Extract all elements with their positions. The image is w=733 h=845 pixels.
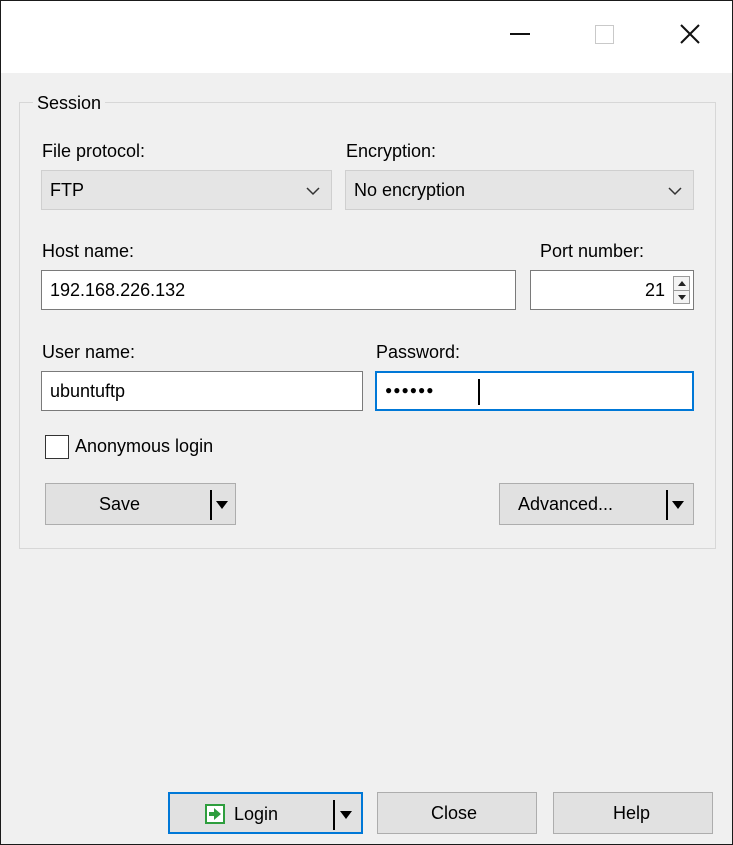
password-label: Password: [376, 342, 461, 362]
chevron-down-icon [668, 187, 682, 196]
user-name-value: ubuntuftp [50, 381, 126, 401]
help-button[interactable]: Help [553, 792, 713, 834]
user-name-input[interactable]: ubuntuftp [41, 371, 363, 411]
file-protocol-value: FTP [50, 180, 84, 200]
spin-down-icon[interactable] [674, 291, 689, 304]
password-masked-value: ●●●●●● [385, 383, 435, 397]
advanced-button[interactable]: Advanced... [499, 483, 694, 525]
file-protocol-label: File protocol: [42, 141, 146, 161]
close-button[interactable]: Close [377, 792, 537, 834]
encryption-select[interactable]: No encryption [345, 170, 694, 210]
maximize-icon [594, 24, 614, 44]
dropdown-arrow-icon[interactable] [340, 811, 352, 819]
split-separator [333, 800, 335, 830]
dropdown-arrow-icon[interactable] [216, 501, 228, 509]
login-dialog: Session File protocol: FTP Encryption: N… [0, 0, 733, 845]
login-icon [205, 804, 225, 824]
host-name-label: Host name: [42, 241, 135, 261]
port-number-input[interactable]: 21 [530, 270, 694, 310]
split-separator [210, 490, 212, 520]
title-bar [1, 1, 732, 73]
port-number-label: Port number: [540, 241, 645, 261]
advanced-button-label: Advanced... [518, 494, 614, 514]
session-group-label: Session [33, 93, 106, 114]
save-button-label: Save [99, 494, 141, 514]
chevron-down-icon [306, 187, 320, 196]
anonymous-login-label[interactable]: Anonymous login [75, 436, 213, 457]
login-button-label: Login [234, 804, 279, 824]
text-caret [478, 379, 480, 405]
password-input[interactable]: ●●●●●● [375, 371, 694, 411]
host-name-input[interactable]: 192.168.226.132 [41, 270, 516, 310]
save-button[interactable]: Save [45, 483, 236, 525]
split-separator [666, 490, 668, 520]
close-button-label: Close [431, 803, 478, 823]
close-window-button[interactable] [665, 9, 715, 59]
port-number-value: 21 [644, 280, 665, 300]
user-name-label: User name: [42, 342, 136, 362]
maximize-button[interactable] [579, 9, 629, 59]
port-spinner[interactable] [673, 276, 690, 304]
anonymous-login-checkbox[interactable] [45, 435, 69, 459]
spin-up-icon[interactable] [674, 277, 689, 290]
encryption-label: Encryption: [346, 141, 437, 161]
encryption-value: No encryption [354, 180, 466, 200]
host-name-value: 192.168.226.132 [50, 280, 186, 300]
login-button[interactable]: Login [168, 792, 363, 834]
close-icon [680, 24, 700, 44]
minimize-button[interactable] [495, 9, 545, 59]
dropdown-arrow-icon[interactable] [672, 501, 684, 509]
file-protocol-select[interactable]: FTP [41, 170, 332, 210]
help-button-label: Help [613, 803, 651, 823]
minimize-icon [510, 33, 530, 35]
